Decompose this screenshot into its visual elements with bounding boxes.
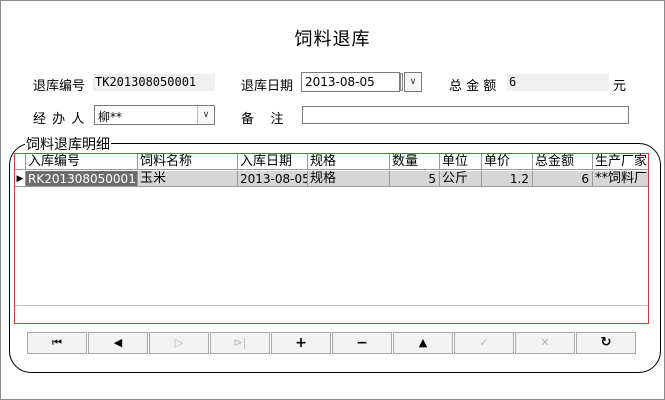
plus-icon: + (295, 335, 307, 351)
total-amount-unit: 元 (613, 79, 627, 94)
col-header-spec[interactable]: 规格 (308, 154, 390, 170)
chevron-down-icon: ∨ (405, 73, 421, 91)
nav-first-button[interactable]: ⏮ (27, 332, 87, 354)
nav-prior-button[interactable]: ◀ (88, 332, 148, 354)
remark-input[interactable] (302, 106, 629, 124)
cell-stock-date[interactable]: 2013-08-05 (238, 171, 308, 187)
return-no-label: 退库编号 (33, 79, 86, 94)
row-indicator-icon: ▶ (15, 171, 26, 187)
detail-grid[interactable]: 入库编号 饲料名称 入库日期 规格 数量 单位 单价 总金额 生产厂家 ▶ RK… (15, 154, 648, 304)
col-header-stock-no[interactable]: 入库编号 (26, 154, 138, 170)
date-spin-separator (400, 73, 403, 91)
handler-select[interactable]: 柳** ∨ (94, 105, 215, 125)
nav-last-button[interactable]: ⊳| (210, 332, 270, 354)
nav-edit-button[interactable]: ▲ (393, 332, 453, 354)
minus-icon: − (356, 335, 368, 351)
prior-icon: ◀ (113, 336, 123, 349)
col-header-stock-date[interactable]: 入库日期 (238, 154, 308, 170)
cell-feed-name[interactable]: 玉米 (138, 171, 238, 187)
return-date-value: 2013-08-05 (305, 75, 375, 89)
col-header-feed-name[interactable]: 饲料名称 (138, 154, 238, 170)
feed-return-window: 饲料退库 退库编号 TK201308050001 退库日期 2013-08-05… (0, 0, 665, 400)
cell-stock-no[interactable]: RK201308050001 (26, 171, 138, 187)
nav-delete-button[interactable]: − (332, 332, 392, 354)
cell-quantity[interactable]: 5 (390, 171, 440, 187)
handler-value: 柳** (98, 110, 123, 124)
cell-unit-price[interactable]: 1.2 (482, 171, 533, 187)
grid-indicator-header (15, 154, 26, 170)
nav-post-button[interactable]: ✓ (454, 332, 514, 354)
return-date-dropdown-button[interactable]: ∨ (404, 72, 422, 92)
col-header-manufacturer[interactable]: 生产厂家 (593, 154, 648, 170)
nav-next-button[interactable]: ▷ (149, 332, 209, 354)
detail-group-label: 饲料退库明细 (25, 134, 111, 154)
grid-bottom-divider (15, 305, 648, 306)
close-icon: ✕ (540, 336, 550, 349)
refresh-icon: ↻ (600, 335, 612, 350)
total-amount-label: 总 金 额 (449, 79, 497, 94)
return-date-label: 退库日期 (241, 79, 294, 94)
cell-spec[interactable]: 规格 (308, 171, 390, 187)
check-icon: ✓ (479, 336, 489, 349)
nav-cancel-button[interactable]: ✕ (515, 332, 575, 354)
col-header-unit[interactable]: 单位 (440, 154, 482, 170)
handler-label: 经 办 人 (33, 112, 86, 127)
cell-total-amount[interactable]: 6 (533, 171, 593, 187)
chevron-down-icon: ∨ (197, 106, 214, 124)
return-date-picker[interactable]: 2013-08-05 (301, 72, 400, 92)
page-title: 饲料退库 (294, 29, 371, 50)
return-no-value: TK201308050001 (93, 74, 215, 91)
cell-unit[interactable]: 公斤 (440, 171, 482, 187)
next-icon: ▷ (174, 336, 184, 349)
cell-manufacturer[interactable]: **饲料厂 (593, 171, 648, 187)
total-amount-value: 6 (507, 74, 609, 91)
col-header-unit-price[interactable]: 单价 (482, 154, 533, 170)
skip-last-icon: ⊳| (233, 336, 247, 349)
nav-refresh-button[interactable]: ↻ (576, 332, 636, 354)
edit-up-icon: ▲ (418, 336, 428, 349)
remark-label: 备 注 (241, 112, 284, 127)
nav-insert-button[interactable]: + (271, 332, 331, 354)
col-header-total-amount[interactable]: 总金额 (533, 154, 593, 170)
col-header-quantity[interactable]: 数量 (390, 154, 440, 170)
skip-first-icon: ⏮ (52, 336, 62, 349)
